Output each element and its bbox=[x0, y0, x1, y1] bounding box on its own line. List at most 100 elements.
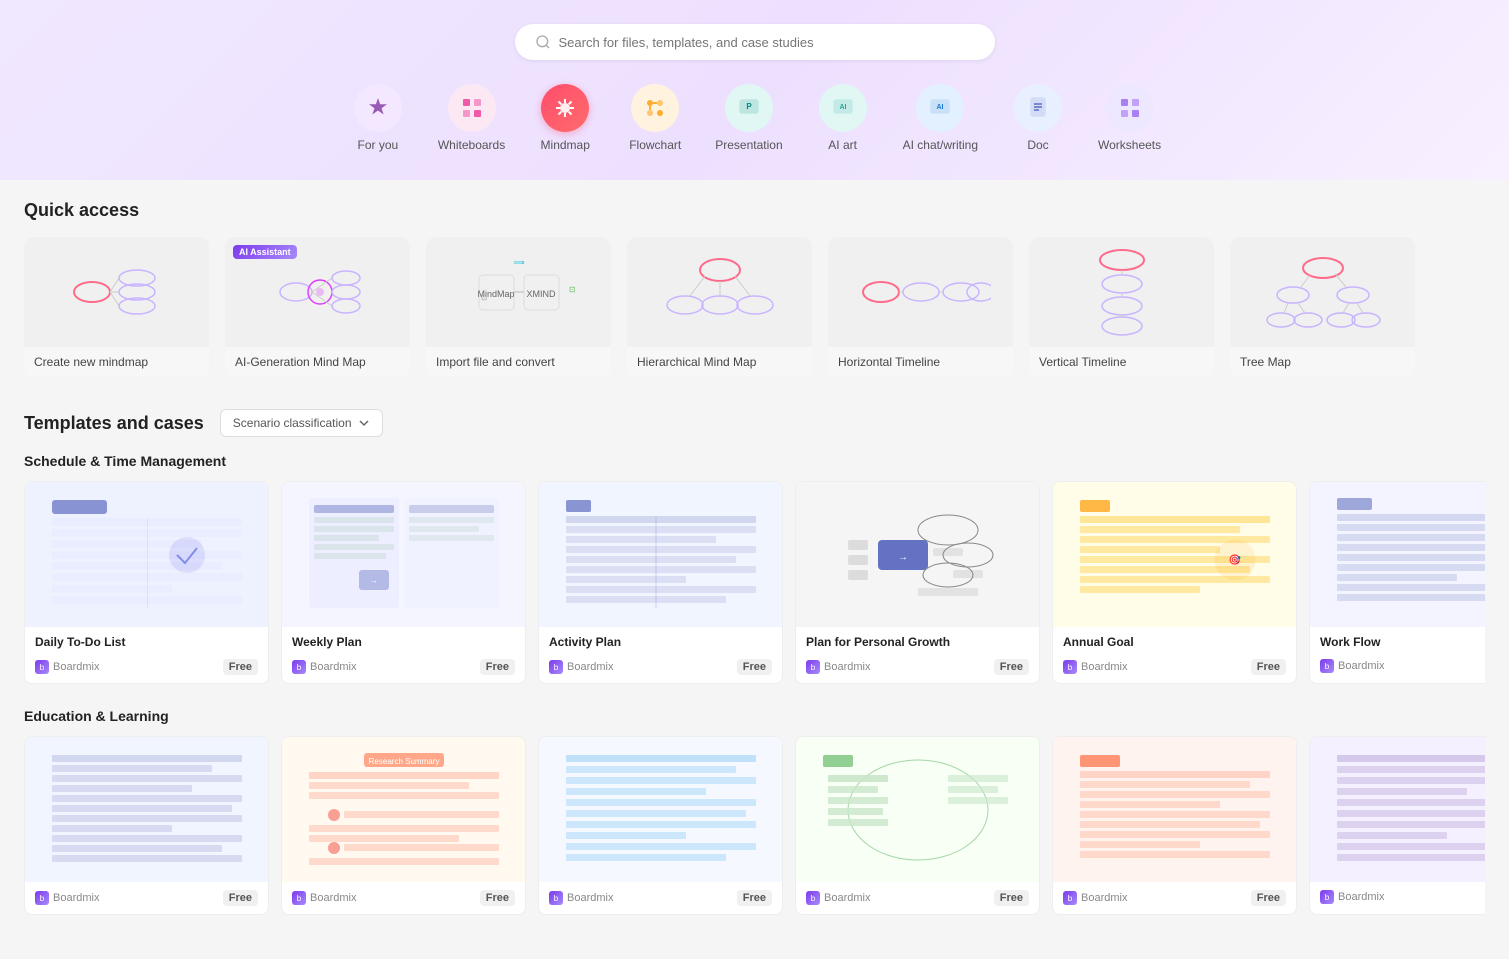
template-name-activity: Activity Plan bbox=[539, 627, 782, 651]
quick-card-create-new[interactable]: Create new mindmap bbox=[24, 237, 209, 377]
sidebar-item-worksheets[interactable]: Worksheets bbox=[1098, 84, 1161, 152]
doc-label: Doc bbox=[1027, 138, 1048, 152]
brand-name: Boardmix bbox=[824, 661, 870, 673]
template-footer-edu5: b Boardmix Free bbox=[1053, 882, 1296, 914]
svg-text:AI: AI bbox=[839, 104, 846, 111]
quick-card-thumb-tree bbox=[1230, 237, 1415, 347]
sidebar-item-ai-chat[interactable]: AI AI chat/writing bbox=[903, 84, 978, 152]
template-name-annual: Annual Goal bbox=[1053, 627, 1296, 651]
sidebar-item-mindmap[interactable]: Mindmap bbox=[535, 84, 595, 152]
quick-card-thumb bbox=[24, 237, 209, 347]
chevron-down-icon bbox=[358, 417, 370, 429]
sidebar-item-whiteboards[interactable]: Whiteboards bbox=[438, 84, 505, 152]
template-card-personal-growth[interactable]: → Plan for Personal Growth b Boardmix bbox=[795, 481, 1040, 684]
brand-row: b Boardmix bbox=[292, 660, 356, 674]
template-card-edu2[interactable]: Research Summary b Boardmix bbox=[281, 736, 526, 915]
hero-banner: For you Whiteboards bbox=[0, 0, 1509, 180]
education-templates-grid: b Boardmix Free Research Summary bbox=[24, 736, 1485, 915]
free-badge: Free bbox=[994, 890, 1029, 906]
quick-card-label-tree: Tree Map bbox=[1230, 347, 1415, 377]
template-card-edu6[interactable]: b Boardmix bbox=[1309, 736, 1485, 915]
quick-card-label-vertical: Vertical Timeline bbox=[1029, 347, 1214, 377]
brand-icon: b bbox=[292, 660, 306, 674]
svg-text:⊡: ⊡ bbox=[569, 285, 576, 294]
brand-row: b Boardmix bbox=[35, 660, 99, 674]
sidebar-item-presentation[interactable]: P Presentation bbox=[715, 84, 782, 152]
for-you-label: For you bbox=[358, 138, 399, 152]
ai-art-label: AI art bbox=[828, 138, 857, 152]
sidebar-item-doc[interactable]: Doc bbox=[1008, 84, 1068, 152]
template-thumb-edu1 bbox=[25, 737, 268, 882]
quick-card-vertical[interactable]: Vertical Timeline bbox=[1029, 237, 1214, 377]
brand-name: Boardmix bbox=[310, 892, 356, 904]
whiteboards-icon bbox=[448, 84, 496, 132]
template-card-edu3[interactable]: b Boardmix Free bbox=[538, 736, 783, 915]
brand-icon: b bbox=[292, 891, 306, 905]
template-card-edu1[interactable]: b Boardmix Free bbox=[24, 736, 269, 915]
quick-card-label-ai: AI-Generation Mind Map bbox=[225, 347, 410, 377]
mindmap-label: Mindmap bbox=[541, 138, 590, 152]
ai-chat-label: AI chat/writing bbox=[903, 138, 978, 152]
brand-name: Boardmix bbox=[824, 892, 870, 904]
template-name-daily: Daily To-Do List bbox=[25, 627, 268, 651]
quick-card-ai-gen[interactable]: AI Assistant AI-Generation Mind Map bbox=[225, 237, 410, 377]
template-footer-edu6: b Boardmix bbox=[1310, 882, 1485, 912]
nav-icons: For you Whiteboards bbox=[348, 84, 1161, 152]
template-card-daily-todo[interactable]: Daily To-Do List b Boardmix Free bbox=[24, 481, 269, 684]
brand-row: b Boardmix bbox=[35, 891, 99, 905]
template-name-workflow: Work Flow bbox=[1310, 627, 1485, 651]
quick-card-tree[interactable]: Tree Map bbox=[1230, 237, 1415, 377]
free-badge: Free bbox=[737, 659, 772, 675]
template-card-edu5[interactable]: b Boardmix Free bbox=[1052, 736, 1297, 915]
template-footer-edu1: b Boardmix Free bbox=[25, 882, 268, 914]
flowchart-label: Flowchart bbox=[629, 138, 681, 152]
quick-card-horizontal[interactable]: Horizontal Timeline bbox=[828, 237, 1013, 377]
search-icon bbox=[535, 34, 551, 50]
svg-text:→: → bbox=[370, 576, 378, 585]
templates-header: Templates and cases Scenario classificat… bbox=[24, 409, 1485, 437]
main-content: Quick access Create new mindmap AI Assis… bbox=[0, 180, 1509, 959]
sidebar-item-flowchart[interactable]: Flowchart bbox=[625, 84, 685, 152]
template-thumb-annual: 🎯 bbox=[1053, 482, 1296, 627]
dropdown-label: Scenario classification bbox=[233, 416, 352, 430]
sidebar-item-ai-art[interactable]: AI AI art bbox=[813, 84, 873, 152]
template-footer-weekly: b Boardmix Free bbox=[282, 651, 525, 683]
search-bar[interactable] bbox=[515, 24, 995, 60]
brand-name: Boardmix bbox=[567, 892, 613, 904]
svg-text:⊡: ⊡ bbox=[481, 295, 487, 302]
ai-art-icon: AI bbox=[819, 84, 867, 132]
template-card-weekly-plan[interactable]: → Weekly Plan b Boardmix Free bbox=[281, 481, 526, 684]
svg-text:⟹: ⟹ bbox=[513, 258, 525, 267]
quick-card-hierarchical[interactable]: Hierarchical Mind Map bbox=[627, 237, 812, 377]
brand-name: Boardmix bbox=[567, 661, 613, 673]
brand-row: b Boardmix bbox=[292, 891, 356, 905]
search-input[interactable] bbox=[559, 35, 975, 50]
template-thumb-weekly: → bbox=[282, 482, 525, 627]
brand-icon: b bbox=[1063, 660, 1077, 674]
template-card-annual-goal[interactable]: 🎯 Annual Goal b Boardmix Free bbox=[1052, 481, 1297, 684]
doc-icon bbox=[1014, 84, 1062, 132]
mindmap-icon bbox=[541, 84, 589, 132]
sidebar-item-for-you[interactable]: For you bbox=[348, 84, 408, 152]
free-badge: Free bbox=[223, 659, 258, 675]
svg-text:Research Summary: Research Summary bbox=[368, 757, 439, 766]
template-footer-daily: b Boardmix Free bbox=[25, 651, 268, 683]
template-footer-annual: b Boardmix Free bbox=[1053, 651, 1296, 683]
template-card-workflow[interactable]: Work Flow b Boardmix bbox=[1309, 481, 1485, 684]
template-card-edu4[interactable]: b Boardmix Free bbox=[795, 736, 1040, 915]
brand-row: b Boardmix bbox=[1320, 890, 1384, 904]
free-badge: Free bbox=[1251, 659, 1286, 675]
free-badge: Free bbox=[223, 890, 258, 906]
template-card-activity[interactable]: Activity Plan b Boardmix Free bbox=[538, 481, 783, 684]
svg-text:AI: AI bbox=[937, 104, 944, 111]
svg-text:P: P bbox=[746, 102, 752, 111]
templates-title: Templates and cases bbox=[24, 413, 204, 434]
brand-name: Boardmix bbox=[310, 661, 356, 673]
brand-row: b Boardmix bbox=[1320, 659, 1384, 673]
brand-name: Boardmix bbox=[1081, 661, 1127, 673]
quick-card-thumb-ai: AI Assistant bbox=[225, 237, 410, 347]
quick-card-import[interactable]: MindMap XMIND ⟹ ⊡ ⊡ Import file and conv… bbox=[426, 237, 611, 377]
scenario-dropdown[interactable]: Scenario classification bbox=[220, 409, 383, 437]
schedule-section-title: Schedule & Time Management bbox=[24, 453, 1485, 469]
quick-access-title: Quick access bbox=[24, 200, 1485, 221]
